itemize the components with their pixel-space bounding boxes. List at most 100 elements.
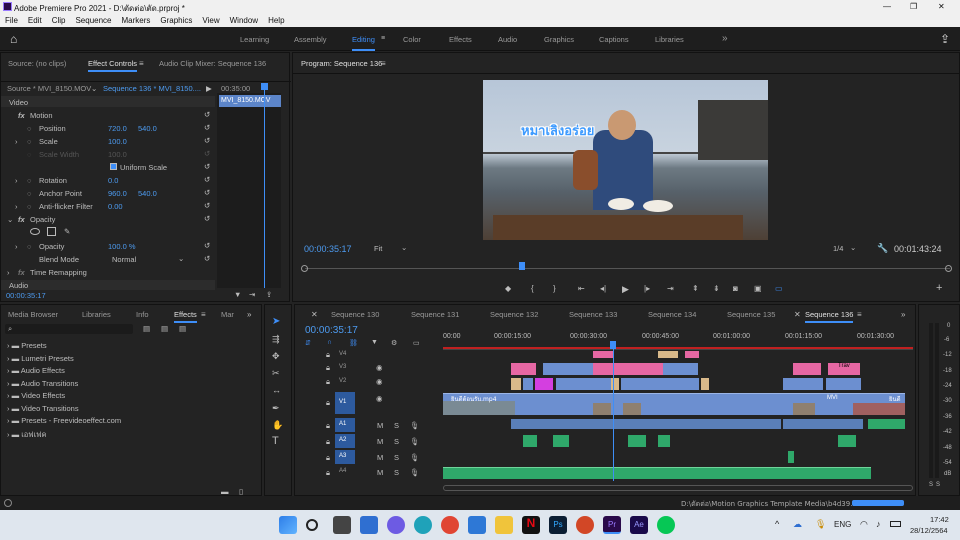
clip-v3[interactable] xyxy=(663,363,698,375)
clip-a2[interactable] xyxy=(523,435,537,447)
language-indicator[interactable]: ENG xyxy=(834,520,851,529)
reset-icon[interactable]: ↺ xyxy=(204,110,210,119)
menu-edit[interactable]: Edit xyxy=(28,16,42,25)
clip-a4[interactable] xyxy=(443,467,871,479)
mic-icon[interactable]: 🎙︎ xyxy=(815,519,826,530)
pen-tool-icon[interactable]: ✒ xyxy=(272,403,280,414)
track-area[interactable]: Trav ยินดีต้อนรับ.mp4 MVI ยินดี xyxy=(443,347,905,481)
antiflicker-value[interactable]: 0.00 xyxy=(108,202,123,211)
stopwatch-icon[interactable]: ◌ xyxy=(27,242,31,251)
mute-icon[interactable]: M xyxy=(377,453,383,462)
linked-selection-icon[interactable]: ⛓ xyxy=(349,339,358,347)
mic-icon[interactable]: 🎙︎ xyxy=(410,437,420,446)
reset-icon[interactable]: ↺ xyxy=(204,254,210,263)
lock-icon[interactable]: 🔒︎ xyxy=(326,437,330,447)
lock-icon[interactable]: 🔒︎ xyxy=(326,363,330,373)
wifi-icon[interactable]: ◠ xyxy=(860,519,868,530)
anchor-y-value[interactable]: 540.0 xyxy=(138,189,157,198)
netflix-icon[interactable]: N xyxy=(522,516,540,534)
search-icon[interactable] xyxy=(306,519,318,531)
yuv-effects-icon[interactable]: ▤ xyxy=(179,324,186,333)
comparison-icon[interactable]: ▣ xyxy=(754,284,762,293)
list-item[interactable]: › ▬ Presets - Freevideoeffect.com xyxy=(7,416,121,425)
motion-label[interactable]: Motion xyxy=(30,111,53,120)
tab-sequence-135[interactable]: Sequence 135 xyxy=(727,310,775,319)
extract-icon[interactable]: ⇟ xyxy=(713,284,720,293)
clip-v3[interactable] xyxy=(511,363,536,375)
reset-icon[interactable]: ↺ xyxy=(204,188,210,197)
expand-chevron-icon[interactable]: › xyxy=(7,268,10,277)
tab-sequence-136[interactable]: Sequence 136 xyxy=(805,310,854,323)
lock-icon[interactable]: 🔒︎ xyxy=(326,377,330,387)
chevron-down-icon[interactable]: ⌄ xyxy=(850,243,856,252)
cloud-icon[interactable]: ☁ xyxy=(793,519,802,530)
workspace-assembly[interactable]: Assembly xyxy=(294,35,327,44)
stopwatch-icon[interactable]: ◌ xyxy=(27,176,31,185)
clock-date[interactable]: 28/12/2564 xyxy=(910,526,948,535)
clip-v2[interactable] xyxy=(556,378,611,390)
tab-sequence-133[interactable]: Sequence 133 xyxy=(569,310,617,319)
menu-markers[interactable]: Markers xyxy=(122,16,151,25)
chrome-icon[interactable] xyxy=(441,516,459,534)
menu-file[interactable]: File xyxy=(5,16,18,25)
wrench-icon[interactable]: ⚙ xyxy=(391,339,397,347)
video-preview[interactable]: หมาเลิงอร่อย xyxy=(483,80,768,240)
step-icon[interactable]: ⇥ xyxy=(249,290,255,299)
panel-menu-icon[interactable]: ≡ xyxy=(381,59,386,68)
eye-icon[interactable]: ◉ xyxy=(376,377,383,386)
lock-icon[interactable]: 🔒︎ xyxy=(326,453,330,463)
workspace-libraries[interactable]: Libraries xyxy=(655,35,684,44)
volume-icon[interactable]: ♪ xyxy=(876,519,881,529)
selection-tool-icon[interactable]: ➤ xyxy=(272,316,280,327)
menu-help[interactable]: Help xyxy=(268,16,284,25)
add-marker-icon[interactable]: ▼ xyxy=(371,339,378,346)
list-item[interactable]: › ▬ Lumetri Presets xyxy=(7,354,74,363)
tab-sequence-134[interactable]: Sequence 134 xyxy=(648,310,696,319)
play-only-icon[interactable]: ▶ xyxy=(206,84,212,93)
premiere-icon[interactable]: Pr xyxy=(603,516,621,534)
close-icon[interactable]: ✕ xyxy=(794,310,801,319)
snap-icon[interactable]: ∩ xyxy=(327,339,332,346)
maximize-button[interactable]: ❐ xyxy=(910,2,917,11)
zoom-select[interactable]: Fit xyxy=(374,244,382,253)
mute-icon[interactable]: M xyxy=(377,421,383,430)
program-monitor-title[interactable]: Program: Sequence 136 xyxy=(301,59,382,68)
step-back-icon[interactable]: ◂| xyxy=(600,284,606,293)
close-sequence-icon[interactable]: ✕ xyxy=(311,310,318,319)
menu-clip[interactable]: Clip xyxy=(52,16,66,25)
clip-a2[interactable] xyxy=(628,435,646,447)
workspace-editing[interactable]: Editing xyxy=(352,35,375,51)
reset-icon[interactable]: ↺ xyxy=(204,136,210,145)
timeline-playhead[interactable] xyxy=(613,347,614,481)
stopwatch-icon[interactable]: ◌ xyxy=(27,189,31,198)
tab-sequence-130[interactable]: Sequence 130 xyxy=(331,310,379,319)
tab-sequence-132[interactable]: Sequence 132 xyxy=(490,310,538,319)
menu-view[interactable]: View xyxy=(202,16,219,25)
workspace-learning[interactable]: Learning xyxy=(240,35,269,44)
32bit-effects-icon[interactable]: ▤ xyxy=(161,324,168,333)
clip-a3[interactable] xyxy=(788,451,794,463)
clip-v2[interactable] xyxy=(783,378,823,390)
widgets-icon[interactable] xyxy=(360,516,378,534)
opacity-section-label[interactable]: Opacity xyxy=(30,215,55,224)
play-icon[interactable]: ▶ xyxy=(622,284,629,295)
windows-start-icon[interactable] xyxy=(279,516,297,534)
marker-icon[interactable]: ◆ xyxy=(505,284,511,293)
tab-media-browser[interactable]: Media Browser xyxy=(8,310,58,319)
clip-v3[interactable] xyxy=(593,363,663,375)
file-explorer-icon[interactable] xyxy=(495,516,513,534)
hand-tool-icon[interactable]: ✋ xyxy=(272,420,283,431)
timeline-playhead-head[interactable] xyxy=(610,341,616,349)
list-item[interactable]: › ▬ Video Transitions xyxy=(7,404,79,413)
timeline-scrollbar[interactable] xyxy=(443,485,913,491)
clip-a2[interactable] xyxy=(658,435,670,447)
solo-icon[interactable]: S xyxy=(394,437,399,446)
nest-icon[interactable]: ⇵ xyxy=(305,339,311,347)
workspace-color[interactable]: Color xyxy=(403,35,421,44)
tab-effect-controls[interactable]: Effect Controls xyxy=(88,59,138,72)
expand-chevron-icon[interactable]: › xyxy=(15,242,18,251)
mute-icon[interactable]: M xyxy=(377,468,383,477)
expand-chevron-icon[interactable]: › xyxy=(15,202,18,211)
workspace-effects[interactable]: Effects xyxy=(449,35,472,44)
opacity-value[interactable]: 100.0 % xyxy=(108,242,136,251)
